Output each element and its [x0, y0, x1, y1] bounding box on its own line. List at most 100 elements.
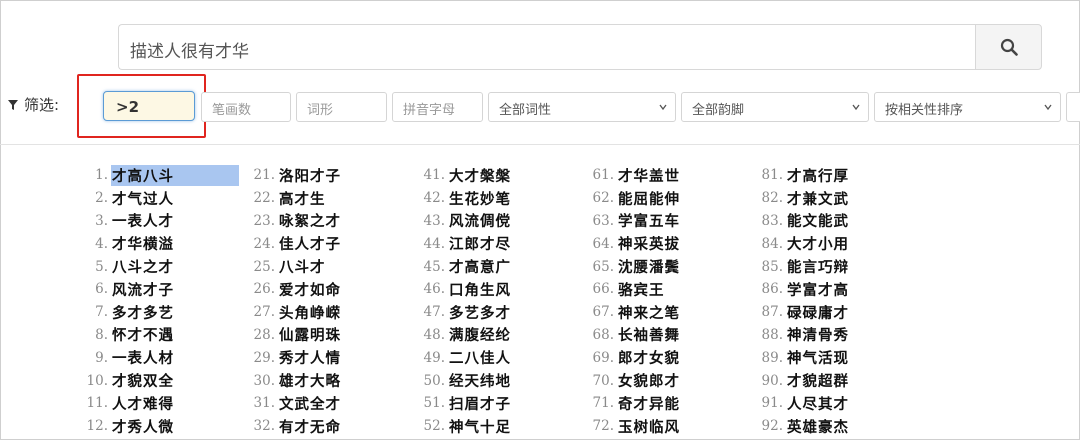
result-item[interactable]: 87. 碌碌庸才	[753, 301, 850, 324]
result-word-link[interactable]: 咏絮之才	[278, 210, 342, 231]
result-item[interactable]: 3. 一表人才	[78, 210, 239, 233]
result-item[interactable]: 24. 佳人才子	[245, 232, 342, 255]
result-item[interactable]: 92. 英雄豪杰	[753, 415, 850, 438]
result-word-link[interactable]: 才华横溢	[111, 233, 175, 254]
pinyin-input[interactable]: 拼音字母	[392, 92, 483, 122]
result-item[interactable]: 81. 才高行厚	[753, 164, 850, 187]
word-shape-input[interactable]: 词形	[296, 92, 387, 122]
result-item[interactable]: 63. 学富五车	[584, 210, 681, 233]
result-item[interactable]: 49. 二八佳人	[415, 346, 512, 369]
result-word-link[interactable]: 才兼文武	[786, 188, 850, 209]
result-item[interactable]: 82. 才兼文武	[753, 187, 850, 210]
result-word-link[interactable]: 神清骨秀	[786, 324, 850, 345]
result-item[interactable]: 85. 能言巧辩	[753, 255, 850, 278]
result-item[interactable]: 6. 风流才子	[78, 278, 239, 301]
result-item[interactable]: 1. 才高八斗	[78, 164, 239, 187]
result-word-link[interactable]: 能言巧辩	[786, 256, 850, 277]
result-word-link[interactable]: 仙露明珠	[278, 324, 342, 345]
result-word-link[interactable]: 才高意广	[448, 256, 512, 277]
result-word-link[interactable]: 才貌双全	[111, 370, 175, 391]
result-word-link[interactable]: 人尽其才	[786, 393, 850, 414]
result-word-link[interactable]: 能文能武	[786, 210, 850, 231]
result-item[interactable]: 8. 怀才不遇	[78, 324, 239, 347]
result-item[interactable]: 25. 八斗才	[245, 255, 342, 278]
result-word-link[interactable]: 神来之笔	[617, 302, 681, 323]
word-count-input[interactable]: >2	[103, 91, 195, 121]
result-word-link[interactable]: 才华盖世	[617, 165, 681, 186]
result-word-link[interactable]: 才高八斗	[111, 164, 239, 186]
result-item[interactable]: 22. 高才生	[245, 187, 342, 210]
result-word-link[interactable]: 英雄豪杰	[786, 416, 850, 437]
result-item[interactable]: 62. 能屈能伸	[584, 187, 681, 210]
result-word-link[interactable]: 长袖善舞	[617, 324, 681, 345]
result-item[interactable]: 84. 大才小用	[753, 232, 850, 255]
result-item[interactable]: 86. 学富才高	[753, 278, 850, 301]
result-word-link[interactable]: 文武全才	[278, 393, 342, 414]
result-word-link[interactable]: 洛阳才子	[278, 165, 342, 186]
result-item[interactable]: 51. 扫眉才子	[415, 392, 512, 415]
part-of-speech-select[interactable]: 全部词性	[488, 92, 676, 122]
result-word-link[interactable]: 一表人材	[111, 347, 175, 368]
result-word-link[interactable]: 才气过人	[111, 188, 175, 209]
result-item[interactable]: 42. 生花妙笔	[415, 187, 512, 210]
result-word-link[interactable]: 风流才子	[111, 279, 175, 300]
result-word-link[interactable]: 能屈能伸	[617, 188, 681, 209]
result-item[interactable]: 69. 郎才女貌	[584, 346, 681, 369]
sort-select[interactable]: 按相关性排序	[874, 92, 1061, 122]
stroke-count-input[interactable]: 笔画数	[201, 92, 291, 122]
result-word-link[interactable]: 多艺多才	[448, 302, 512, 323]
result-word-link[interactable]: 满腹经纶	[448, 324, 512, 345]
result-word-link[interactable]: 扫眉才子	[448, 393, 512, 414]
result-word-link[interactable]: 郎才女貌	[617, 347, 681, 368]
result-word-link[interactable]: 口角生风	[448, 279, 512, 300]
result-item[interactable]: 45. 才高意广	[415, 255, 512, 278]
result-word-link[interactable]: 才貌超群	[786, 370, 850, 391]
result-item[interactable]: 7. 多才多艺	[78, 301, 239, 324]
result-word-link[interactable]: 有才无命	[278, 416, 342, 437]
result-item[interactable]: 72. 玉树临风	[584, 415, 681, 438]
result-item[interactable]: 12. 才秀人微	[78, 415, 239, 438]
result-word-link[interactable]: 八斗才	[278, 256, 327, 277]
result-item[interactable]: 26. 爱才如命	[245, 278, 342, 301]
result-word-link[interactable]: 一表人才	[111, 210, 175, 231]
result-item[interactable]: 4. 才华横溢	[78, 232, 239, 255]
result-item[interactable]: 71. 奇才异能	[584, 392, 681, 415]
extra-select-partial[interactable]	[1066, 92, 1080, 122]
result-word-link[interactable]: 骆宾王	[617, 279, 666, 300]
result-item[interactable]: 61. 才华盖世	[584, 164, 681, 187]
result-item[interactable]: 48. 满腹经纶	[415, 324, 512, 347]
result-item[interactable]: 88. 神清骨秀	[753, 324, 850, 347]
result-item[interactable]: 83. 能文能武	[753, 210, 850, 233]
rhyme-select[interactable]: 全部韵脚	[681, 92, 869, 122]
result-word-link[interactable]: 爱才如命	[278, 279, 342, 300]
result-item[interactable]: 70. 女貌郎才	[584, 369, 681, 392]
result-word-link[interactable]: 奇才异能	[617, 393, 681, 414]
result-word-link[interactable]: 秀才人情	[278, 347, 342, 368]
result-word-link[interactable]: 神采英拔	[617, 233, 681, 254]
result-word-link[interactable]: 高才生	[278, 188, 327, 209]
result-item[interactable]: 47. 多艺多才	[415, 301, 512, 324]
result-word-link[interactable]: 大才槃槃	[448, 165, 512, 186]
result-item[interactable]: 50. 经天纬地	[415, 369, 512, 392]
result-word-link[interactable]: 才高行厚	[786, 165, 850, 186]
result-word-link[interactable]: 八斗之才	[111, 256, 175, 277]
result-item[interactable]: 89. 神气活现	[753, 346, 850, 369]
result-item[interactable]: 67. 神来之笔	[584, 301, 681, 324]
result-word-link[interactable]: 沈腰潘鬓	[617, 256, 681, 277]
result-word-link[interactable]: 江郎才尽	[448, 233, 512, 254]
result-item[interactable]: 91. 人尽其才	[753, 392, 850, 415]
result-item[interactable]: 27. 头角峥嵘	[245, 301, 342, 324]
search-input[interactable]: 描述人很有才华	[118, 24, 976, 70]
result-item[interactable]: 68. 长袖善舞	[584, 324, 681, 347]
result-word-link[interactable]: 多才多艺	[111, 302, 175, 323]
result-word-link[interactable]: 女貌郎才	[617, 370, 681, 391]
result-word-link[interactable]: 碌碌庸才	[786, 302, 850, 323]
result-item[interactable]: 64. 神采英拔	[584, 232, 681, 255]
result-item[interactable]: 32. 有才无命	[245, 415, 342, 438]
result-word-link[interactable]: 佳人才子	[278, 233, 342, 254]
result-word-link[interactable]: 经天纬地	[448, 370, 512, 391]
result-word-link[interactable]: 人才难得	[111, 393, 175, 414]
result-word-link[interactable]: 二八佳人	[448, 347, 512, 368]
result-word-link[interactable]: 才秀人微	[111, 416, 175, 437]
result-item[interactable]: 10. 才貌双全	[78, 369, 239, 392]
